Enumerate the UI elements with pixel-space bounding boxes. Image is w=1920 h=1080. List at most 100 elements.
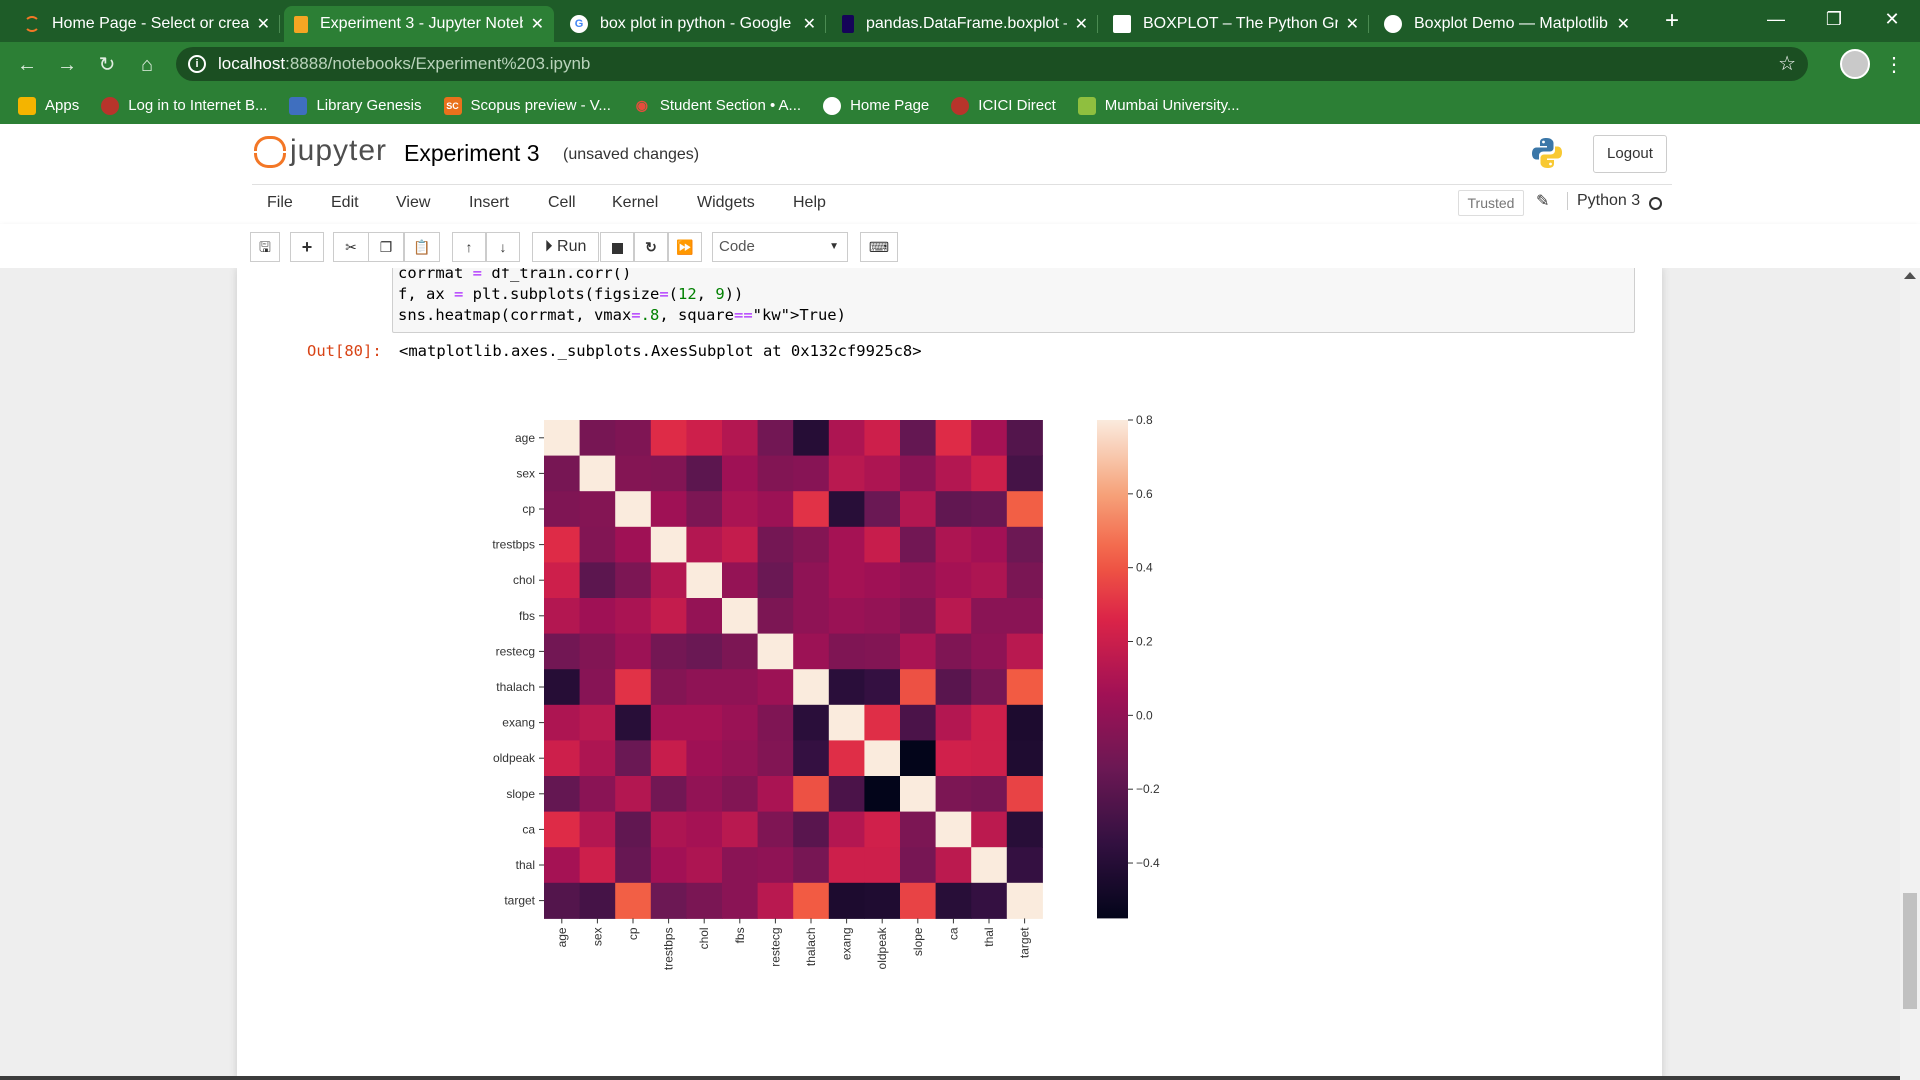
- heatmap-cell: [686, 633, 723, 670]
- y-tick-label: thal: [516, 858, 535, 872]
- heatmap-cell: [900, 704, 937, 741]
- jupyter-header: jupyter Experiment 3 (unsaved changes) L…: [0, 124, 1920, 184]
- menu-view[interactable]: View: [396, 194, 430, 212]
- run-button[interactable]: ⏵ Run: [532, 232, 599, 262]
- vertical-scrollbar[interactable]: [1900, 268, 1920, 1080]
- command-palette-button[interactable]: ⌨: [860, 232, 898, 262]
- browser-tab-2[interactable]: G box plot in python - Google ✕: [560, 6, 826, 42]
- close-tab-icon[interactable]: ✕: [1346, 14, 1359, 34]
- heatmap-cell: [544, 669, 581, 706]
- close-tab-icon[interactable]: ✕: [531, 14, 544, 34]
- heatmap-cell: [864, 420, 901, 457]
- clipboard-icon: 📋: [413, 239, 431, 255]
- close-tab-icon[interactable]: ✕: [803, 14, 816, 34]
- cut-button[interactable]: ✂: [333, 232, 369, 262]
- bookmark-star-icon[interactable]: ☆: [1778, 47, 1796, 81]
- kernel-name[interactable]: Python 3: [1567, 192, 1640, 210]
- close-tab-icon[interactable]: ✕: [257, 14, 270, 34]
- move-down-button[interactable]: ↓: [486, 232, 520, 262]
- copy-button[interactable]: ❐: [368, 232, 404, 262]
- heatmap-cell: [757, 811, 794, 848]
- cell-type-select[interactable]: Code ▼: [712, 232, 848, 262]
- heatmap-cell: [1006, 491, 1043, 528]
- heatmap-cell: [579, 704, 616, 741]
- menu-cell[interactable]: Cell: [548, 194, 576, 212]
- python-logo-icon: [1532, 138, 1562, 168]
- close-tab-icon[interactable]: ✕: [1617, 14, 1630, 34]
- menu-kernel[interactable]: Kernel: [612, 194, 658, 212]
- browser-tab-4[interactable]: BOXPLOT – The Python Graph ✕: [1103, 6, 1369, 42]
- heatmap-cell: [757, 598, 794, 635]
- move-up-button[interactable]: ↑: [452, 232, 486, 262]
- heatmap-cell: [935, 811, 972, 848]
- browser-tab-strip: Home Page - Select or create ✕ Experimen…: [0, 0, 1920, 42]
- notebook-name[interactable]: Experiment 3: [404, 140, 540, 167]
- forward-arrow-icon[interactable]: →: [52, 50, 82, 80]
- reload-icon[interactable]: ↻: [92, 50, 122, 80]
- bookmark-scopus[interactable]: SC Scopus preview - V...: [443, 96, 611, 115]
- scrollbar-thumb[interactable]: [1903, 893, 1917, 1009]
- back-arrow-icon[interactable]: ←: [12, 50, 42, 80]
- graph-gallery-favicon-icon: [1113, 15, 1131, 33]
- jupyter-logo[interactable]: jupyter: [252, 134, 387, 168]
- browser-menu-icon[interactable]: ⋮: [1884, 50, 1904, 80]
- tab-title: Experiment 3 - Jupyter Notebook: [320, 15, 523, 32]
- restart-kernel-button[interactable]: ↻: [634, 232, 668, 262]
- bookmark-label: Library Genesis: [316, 97, 422, 114]
- tab-divider: [825, 15, 826, 33]
- restore-window-icon[interactable]: ❐: [1806, 0, 1862, 42]
- heatmap-cell: [900, 776, 937, 813]
- x-tick-label: cp: [626, 927, 640, 940]
- bookmark-student-section[interactable]: ◉ Student Section • A...: [633, 97, 801, 115]
- run-label: Run: [557, 238, 587, 255]
- close-window-icon[interactable]: ✕: [1864, 0, 1920, 42]
- heatmap-cell: [971, 562, 1008, 599]
- bookmark-apps[interactable]: Apps: [18, 96, 79, 115]
- paste-button[interactable]: 📋: [404, 232, 440, 262]
- heatmap-cell: [864, 562, 901, 599]
- bookmark-library-genesis[interactable]: Library Genesis: [289, 96, 422, 115]
- code-cell-input[interactable]: corrmat = df_train.corr() f, ax = plt.sub…: [392, 268, 1635, 333]
- scroll-up-arrow-icon[interactable]: [1904, 272, 1916, 279]
- profile-avatar[interactable]: [1840, 49, 1870, 79]
- site-info-icon[interactable]: i: [188, 55, 206, 73]
- heatmap-cell: [757, 669, 794, 706]
- bookmark-internet-banking[interactable]: Log in to Internet B...: [101, 96, 267, 115]
- close-tab-icon[interactable]: ✕: [1075, 14, 1088, 34]
- heatmap-cell: [900, 491, 937, 528]
- browser-tab-0[interactable]: Home Page - Select or create ✕: [14, 6, 280, 42]
- browser-tab-1[interactable]: Experiment 3 - Jupyter Notebook ✕: [284, 6, 554, 42]
- menu-help[interactable]: Help: [793, 194, 826, 212]
- colorbar-tick-label: 0.0: [1136, 708, 1153, 722]
- trusted-badge[interactable]: Trusted: [1458, 190, 1524, 216]
- address-bar[interactable]: i localhost:8888/notebooks/Experiment%20…: [176, 47, 1808, 81]
- minimize-window-icon[interactable]: —: [1748, 0, 1804, 42]
- menu-widgets[interactable]: Widgets: [697, 194, 755, 212]
- url-host: localhost: [218, 54, 286, 73]
- menu-edit[interactable]: Edit: [331, 194, 359, 212]
- heatmap-cell: [615, 491, 652, 528]
- new-tab-button[interactable]: +: [1657, 6, 1687, 36]
- bookmark-icici-direct[interactable]: ICICI Direct: [951, 96, 1056, 115]
- heatmap-cell: [615, 776, 652, 813]
- heatmap-cell: [686, 882, 723, 919]
- heatmap-cell: [650, 491, 687, 528]
- browser-tab-3[interactable]: pandas.DataFrame.boxplot — ✕: [832, 6, 1098, 42]
- heatmap-cell: [615, 526, 652, 563]
- heatmap-cell: [900, 669, 937, 706]
- menu-insert[interactable]: Insert: [469, 194, 509, 212]
- browser-tab-5[interactable]: Boxplot Demo — Matplotlib ✕: [1374, 6, 1640, 42]
- insert-cell-button[interactable]: +: [290, 232, 324, 262]
- logout-button[interactable]: Logout: [1593, 135, 1667, 173]
- bookmark-home-page[interactable]: Home Page: [823, 96, 929, 115]
- bookmarks-bar: Apps Log in to Internet B... Library Gen…: [0, 87, 1920, 124]
- restart-run-all-button[interactable]: ⏩: [668, 232, 702, 262]
- keyboard-icon: ⌨: [868, 239, 890, 255]
- interrupt-kernel-button[interactable]: [600, 232, 634, 262]
- menu-file[interactable]: File: [267, 194, 293, 212]
- heatmap-cell: [900, 562, 937, 599]
- bookmark-mumbai-university[interactable]: Mumbai University...: [1077, 96, 1240, 115]
- save-button[interactable]: 🖫: [250, 232, 280, 262]
- heatmap-cell: [971, 633, 1008, 670]
- home-icon[interactable]: ⌂: [132, 50, 162, 80]
